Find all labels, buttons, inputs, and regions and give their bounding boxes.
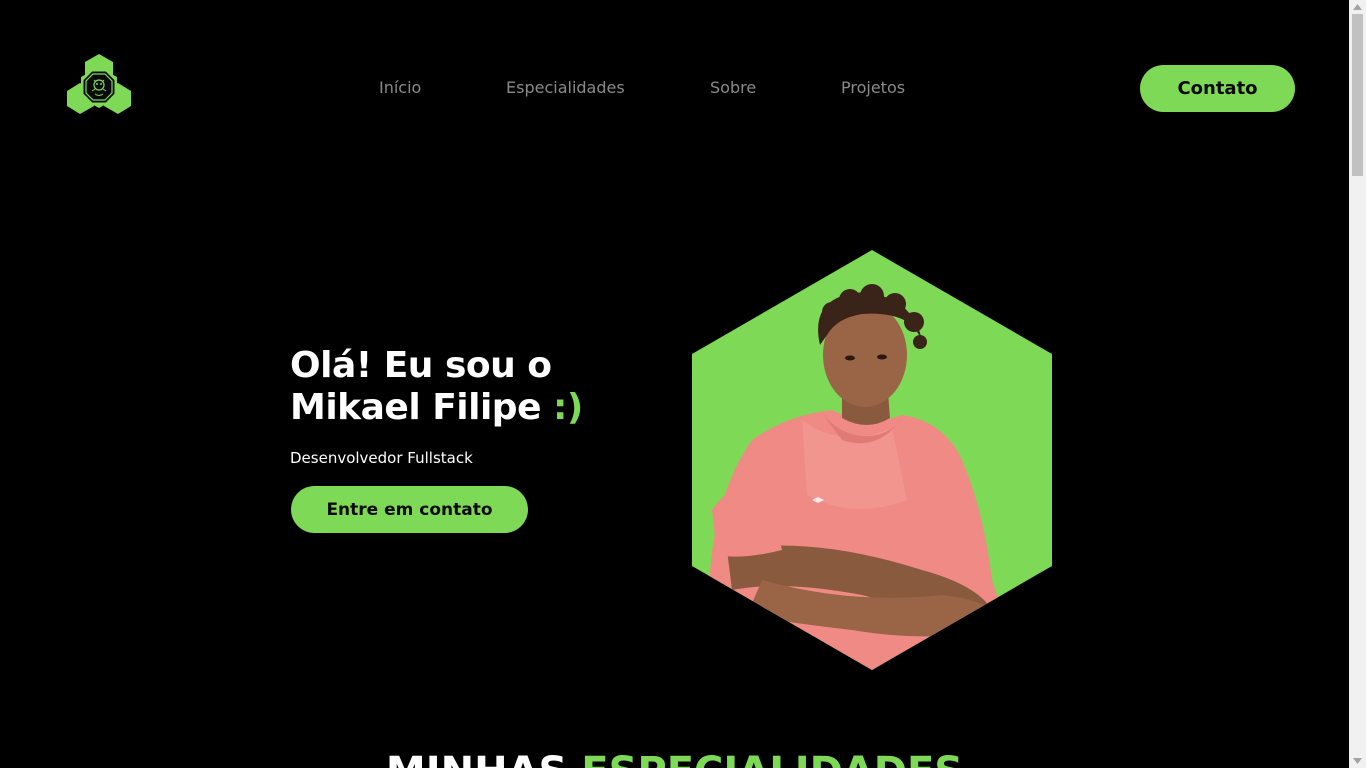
scroll-up-arrow-icon[interactable] <box>1349 0 1366 14</box>
nav-link-especialidades[interactable]: Especialidades <box>506 78 625 97</box>
hero-title-line2: Mikael Filipe <box>290 387 554 428</box>
page: Início Especialidades Sobre Projetos Con… <box>0 0 1366 768</box>
contact-button[interactable]: Contato <box>1140 65 1295 112</box>
hero-subtitle: Desenvolvedor Fullstack <box>290 449 473 467</box>
nav-link-projetos[interactable]: Projetos <box>841 78 905 97</box>
scroll-down-arrow-icon[interactable] <box>1349 754 1366 768</box>
hero-title: Olá! Eu sou o Mikael Filipe :) <box>290 345 583 429</box>
vertical-scrollbar[interactable] <box>1349 0 1366 768</box>
cta-contact-button[interactable]: Entre em contato <box>291 486 528 533</box>
profile-photo <box>692 250 1052 670</box>
scrollbar-thumb[interactable] <box>1352 14 1363 176</box>
section-title: MINHAS ESPECIALIDADES <box>0 748 1349 768</box>
section-title-white: MINHAS <box>386 749 581 768</box>
hero-title-line1: Olá! Eu sou o <box>290 345 552 386</box>
nav-link-sobre[interactable]: Sobre <box>710 78 756 97</box>
hero-title-smile: :) <box>553 387 583 428</box>
nav-link-inicio[interactable]: Início <box>379 78 421 97</box>
section-title-green: ESPECIALIDADES <box>581 749 963 768</box>
